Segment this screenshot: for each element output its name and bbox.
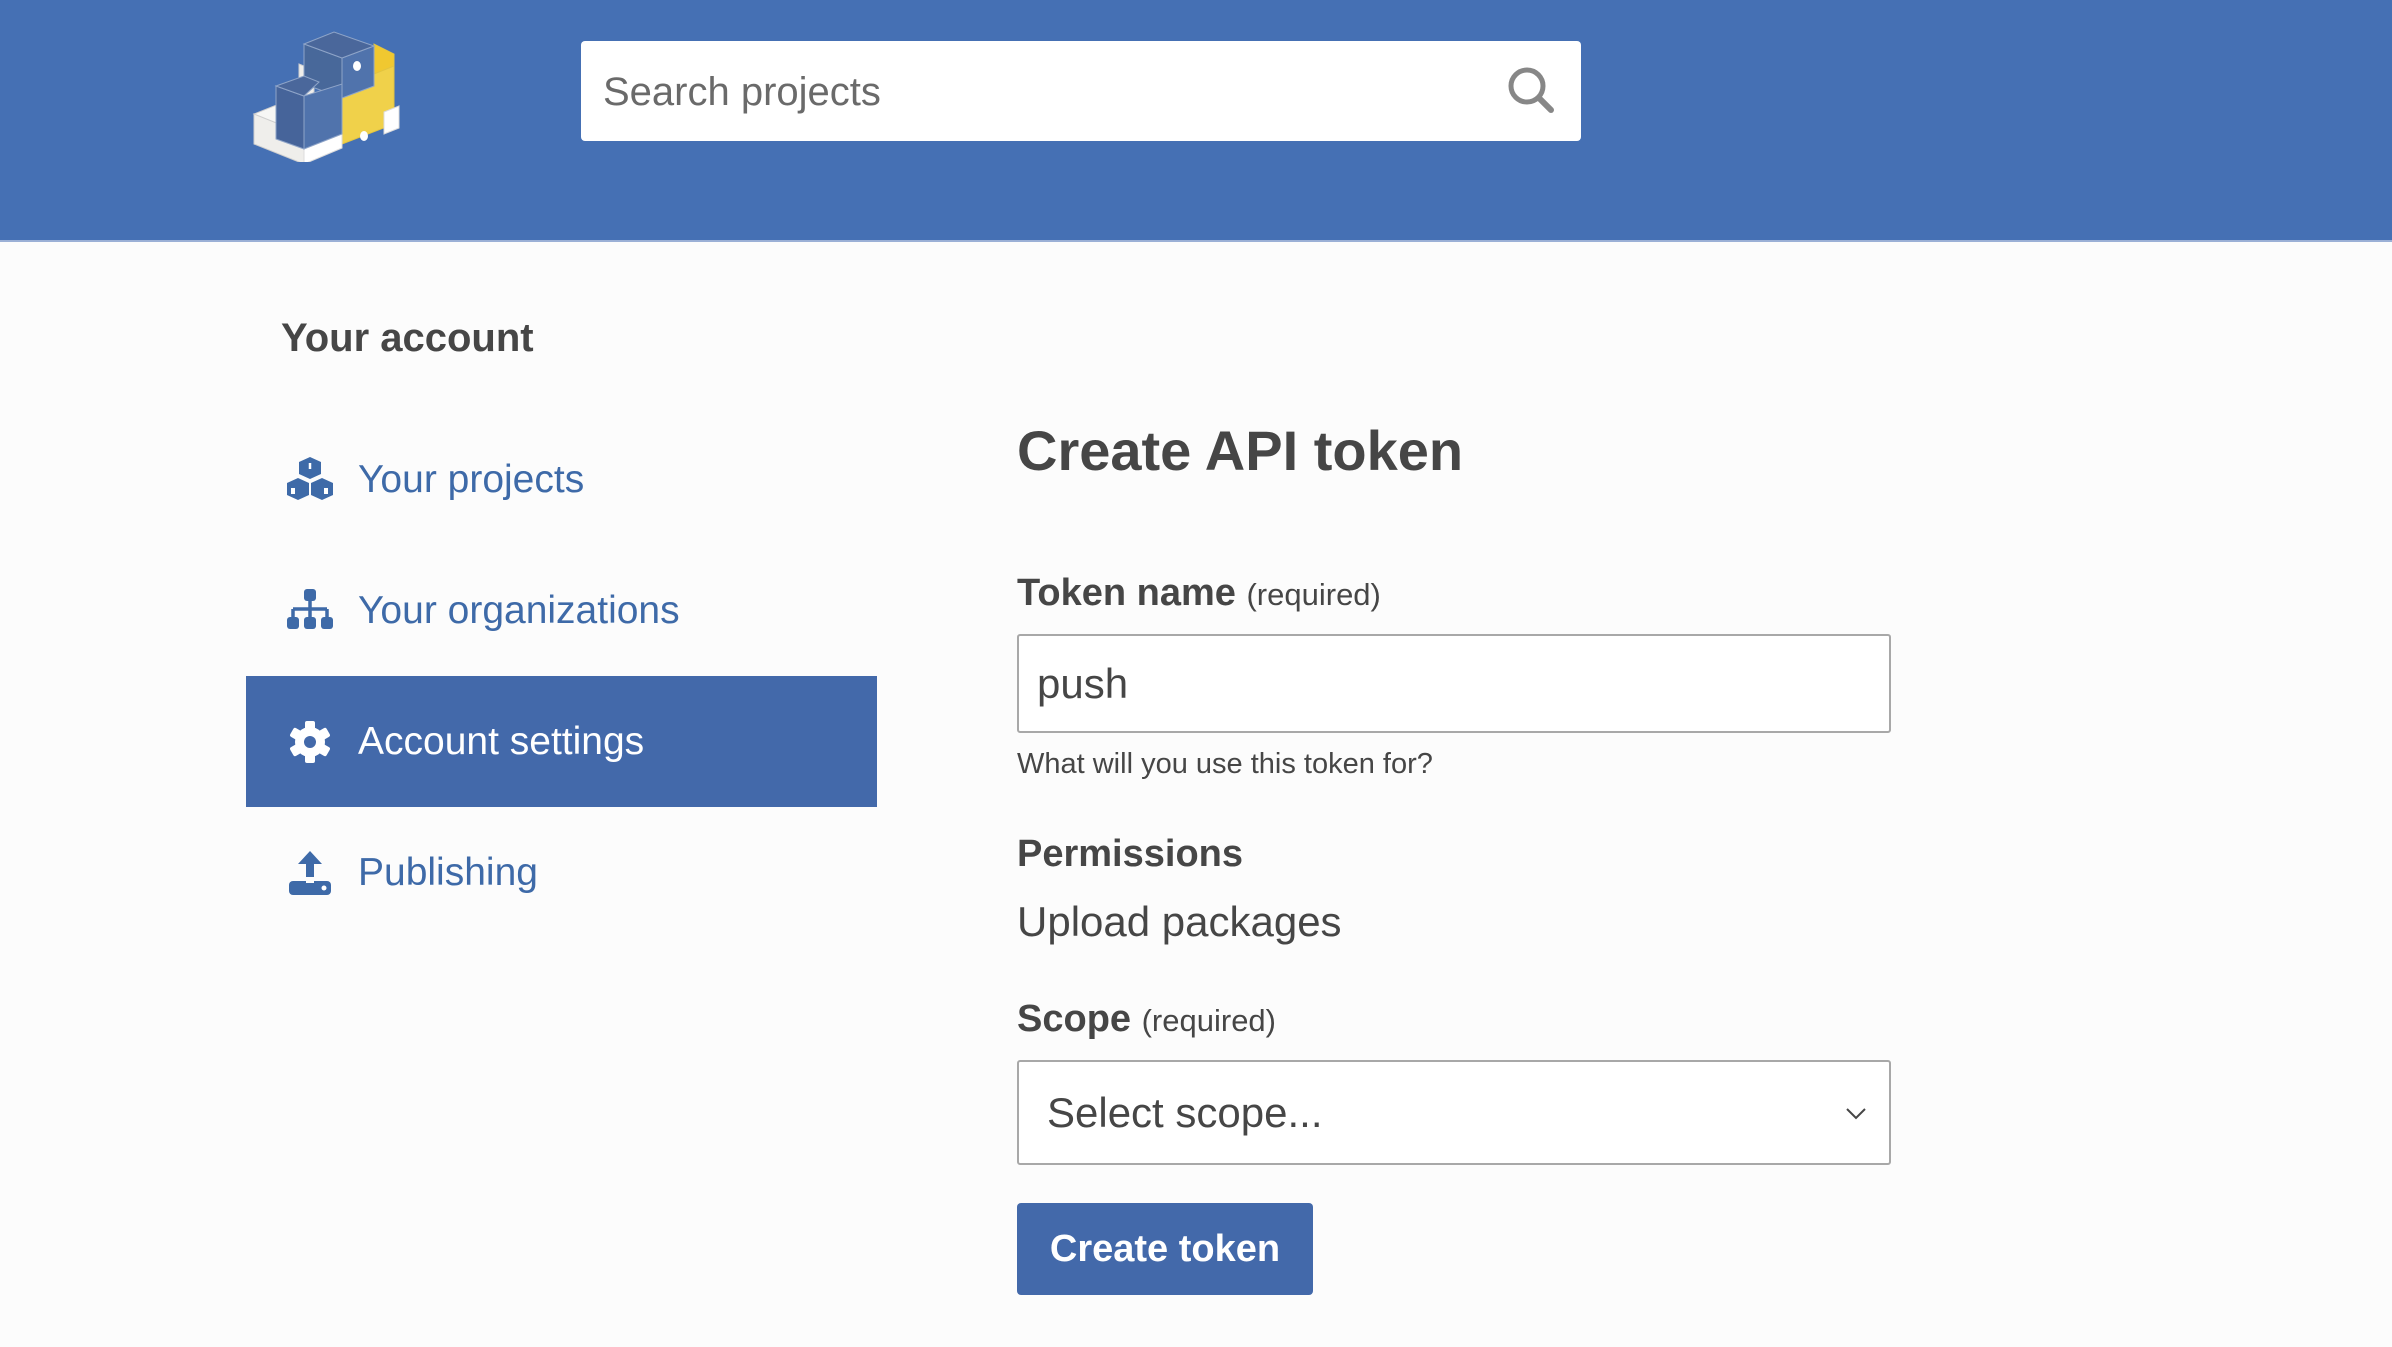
cubes-icon — [284, 454, 336, 506]
page-title: Create API token — [1017, 419, 1464, 482]
token-name-help-text: What will you use this token for? — [1017, 748, 1433, 780]
python-blocks-logo-icon — [252, 31, 400, 165]
pypi-logo[interactable] — [244, 14, 410, 165]
sidebar-title: Your account — [281, 316, 534, 360]
sidebar-item-publishing[interactable]: Publishing — [246, 807, 877, 938]
sidebar-item-account-settings[interactable]: Account settings — [246, 676, 877, 807]
scope-selected-value: Select scope... — [1047, 1088, 1323, 1136]
permissions-label: Permissions — [1017, 833, 1243, 875]
sitemap-icon — [284, 585, 336, 637]
sidebar-item-label: Your organizations — [358, 588, 680, 632]
scope-label-text: Scope — [1017, 998, 1132, 1040]
required-note: (required) — [1246, 577, 1381, 612]
chevron-down-icon — [1846, 1108, 1866, 1120]
permissions-value: Upload packages — [1017, 898, 1342, 945]
upload-icon — [284, 847, 336, 899]
sidebar-item-your-organizations[interactable]: Your organizations — [246, 545, 877, 676]
token-name-label-text: Token name — [1017, 572, 1236, 614]
search-button[interactable] — [1501, 61, 1561, 121]
scope-select[interactable]: Select scope... — [1017, 1060, 1891, 1165]
sidebar-item-label: Account settings — [358, 719, 645, 763]
site-header — [0, 0, 2392, 242]
search-input[interactable] — [601, 41, 1465, 143]
create-token-button[interactable]: Create token — [1017, 1203, 1313, 1295]
token-name-input[interactable] — [1017, 634, 1891, 733]
search-form — [581, 41, 1581, 143]
gear-icon — [284, 716, 336, 768]
search-icon — [1508, 67, 1554, 113]
sidebar-item-your-projects[interactable]: Your projects — [246, 414, 877, 545]
sidebar-item-label: Publishing — [358, 850, 538, 894]
token-name-label: Token name (required) — [1017, 572, 1381, 615]
scope-label: Scope (required) — [1017, 998, 1276, 1041]
sidebar-item-label: Your projects — [358, 457, 585, 501]
required-note: (required) — [1141, 1003, 1276, 1038]
